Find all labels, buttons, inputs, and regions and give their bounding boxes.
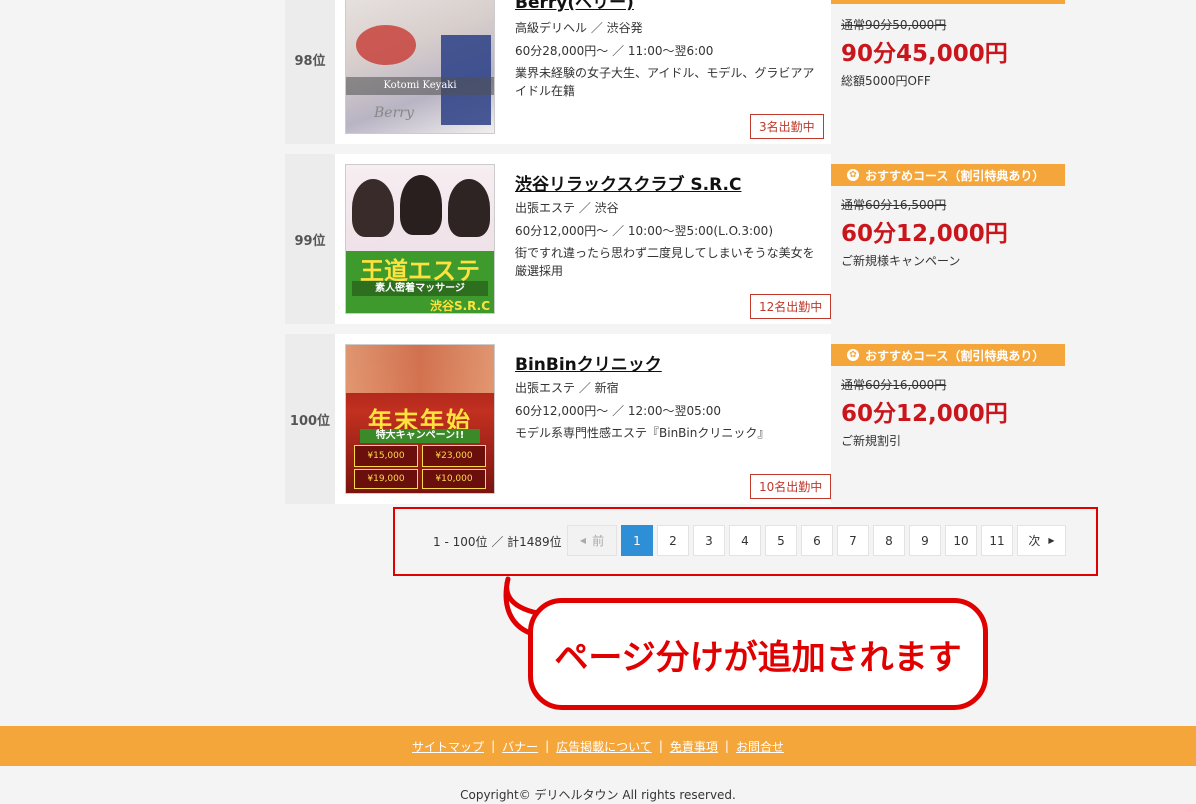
staff-count-badge[interactable]: 3名出勤中 <box>750 114 824 139</box>
result-count: 1 - 100位 ／ 計1489位 <box>433 535 562 549</box>
course-box: ✿ おすすめコース（割引特典あり） 通常60分16,500円 60分12,000円… <box>831 154 1065 324</box>
shop-thumbnail[interactable]: 年末年始 特大キャンペーン!! ¥15,000 ¥23,000 ¥19,000 … <box>345 344 495 494</box>
shop-description: 街ですれ違ったら思わず二度見してしまいそうな美女を厳選採用 <box>515 246 815 278</box>
discount-note: ご新規割引 <box>841 434 902 448</box>
page-button-7[interactable]: 7 <box>837 525 869 556</box>
shop-hours: 60分12,000円～ ／ 10:00～翌5:00(L.O.3:00) <box>515 224 774 238</box>
discount-price: 90分45,000円 <box>841 41 1008 67</box>
shop-description: モデル系専門性感エステ『BinBinクリニック』 <box>515 426 770 440</box>
shop-name-link[interactable]: 渋谷リラックスクラブ S.R.C <box>515 170 741 195</box>
rank-label: 98位 <box>285 0 335 144</box>
staff-count-badge[interactable]: 12名出勤中 <box>750 294 832 319</box>
course-header-label: おすすめコース（割引特典あり） <box>865 348 1045 363</box>
thumb-price-4: ¥10,000 <box>422 469 486 489</box>
discount-note: ご新規様キャンペーン <box>841 254 961 268</box>
site-footer: サイトマップ | バナー | 広告掲載について | 免責事項 | お問合せ <box>0 726 1196 766</box>
flower-icon: ✿ <box>847 169 859 181</box>
rank-label: 99位 <box>285 154 335 324</box>
course-header: ✿ おすすめコース（割引特典あり） <box>831 164 1065 186</box>
shop-category: 出張エステ ／ 新宿 <box>515 381 619 395</box>
shop-hours: 60分12,000円～ ／ 12:00～翌05:00 <box>515 404 722 418</box>
page-button-11[interactable]: 11 <box>981 525 1013 556</box>
caret-left-icon: ◀ <box>579 536 587 545</box>
next-page-button[interactable]: 次 ▶ <box>1017 525 1066 556</box>
regular-price: 通常60分16,500円 <box>841 198 947 212</box>
page-button-10[interactable]: 10 <box>945 525 977 556</box>
course-header-label: おすすめコース（割引特典あり） <box>865 168 1045 183</box>
page-button-2[interactable]: 2 <box>657 525 689 556</box>
next-page-label: 次 <box>1028 534 1041 548</box>
page-button-8[interactable]: 8 <box>873 525 905 556</box>
footer-link-advertising[interactable]: 広告掲載について <box>556 738 652 755</box>
page-button-1[interactable]: 1 <box>621 525 653 556</box>
page-button-4[interactable]: 4 <box>729 525 761 556</box>
thumb-price-1: ¥15,000 <box>354 445 418 467</box>
flower-icon: ✿ <box>847 349 859 361</box>
shop-description: 業界未経験の女子大生、アイドル、モデル、グラビアアイドル在籍 <box>515 66 815 98</box>
shop-category: 出張エステ ／ 渋谷 <box>515 201 619 215</box>
shop-hours: 60分28,000円～ ／ 11:00～翌6:00 <box>515 44 714 58</box>
shop-name-link[interactable]: BinBinクリニック <box>515 350 662 375</box>
regular-price: 通常60分16,000円 <box>841 378 947 392</box>
thumb-subtitle: 素人密着マッサージ <box>352 281 488 296</box>
page-button-5[interactable]: 5 <box>765 525 797 556</box>
thumb-price-2: ¥23,000 <box>422 445 486 467</box>
discount-note: 総額5000円OFF <box>841 74 931 88</box>
thumb-caption: Kotomi Keyaki <box>346 77 494 95</box>
discount-price: 60分12,000円 <box>841 221 1008 247</box>
footer-link-sitemap[interactable]: サイトマップ <box>412 738 484 755</box>
course-box: ✿ おすすめコース（割引特典あり） 通常60分16,000円 60分12,000円… <box>831 334 1065 504</box>
discount-price: 60分12,000円 <box>841 401 1008 427</box>
shop-thumbnail[interactable]: Kotomi Keyaki Berry <box>345 0 495 134</box>
annotation-text: ページ分けが追加されます <box>554 637 962 678</box>
thumb-logo: Berry <box>374 105 414 121</box>
thumb-price-3: ¥19,000 <box>354 469 418 489</box>
annotation-bubble: ページ分けが追加されます <box>528 598 988 710</box>
footer-link-contact[interactable]: お問合せ <box>736 738 784 755</box>
shop-row: 98位 Kotomi Keyaki Berry Berry(ベリー) 高級デリヘ… <box>285 0 1065 144</box>
pagination: 1 - 100位 ／ 計1489位 ◀ 前 次 ▶ 1 2 3 4 5 6 7 8 9 10 11 <box>393 507 1098 576</box>
caret-right-icon: ▶ <box>1048 536 1055 545</box>
page-button-3[interactable]: 3 <box>693 525 725 556</box>
regular-price: 通常90分50,000円 <box>841 18 947 32</box>
shop-thumbnail[interactable]: 王道エステ 素人密着マッサージ 渋谷S.R.C <box>345 164 495 314</box>
shop-row: 99位 王道エステ 素人密着マッサージ 渋谷S.R.C 渋谷リラックスクラブ S… <box>285 154 1065 324</box>
course-box: 通常90分50,000円 90分45,000円 総額5000円OFF <box>831 0 1065 144</box>
staff-count-badge[interactable]: 10名出勤中 <box>750 474 832 499</box>
copyright: Copyright© デリヘルタウン All rights reserved. <box>460 788 736 802</box>
shop-category: 高級デリヘル ／ 渋谷発 <box>515 21 643 35</box>
footer-link-disclaimer[interactable]: 免責事項 <box>670 738 718 755</box>
shop-name-link[interactable]: Berry(ベリー) <box>515 0 634 13</box>
prev-page-button[interactable]: ◀ 前 <box>567 525 617 556</box>
page-button-6[interactable]: 6 <box>801 525 833 556</box>
thumb-subtitle: 特大キャンペーン!! <box>360 429 480 443</box>
thumb-shop: 渋谷S.R.C <box>429 299 490 313</box>
page-button-9[interactable]: 9 <box>909 525 941 556</box>
shop-row: 100位 年末年始 特大キャンペーン!! ¥15,000 ¥23,000 ¥19… <box>285 334 1065 504</box>
footer-link-banner[interactable]: バナー <box>502 738 538 755</box>
course-header: ✿ おすすめコース（割引特典あり） <box>831 344 1065 366</box>
rank-label: 100位 <box>285 334 335 504</box>
prev-page-label: 前 <box>592 534 605 548</box>
